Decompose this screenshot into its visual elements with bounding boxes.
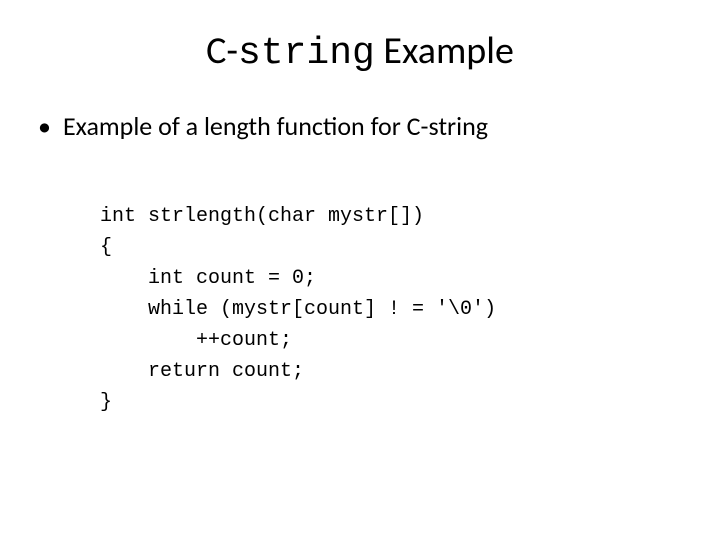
bullet-dot: • — [38, 111, 51, 142]
code-line: while (mystr[count] ! = '\0') — [100, 298, 496, 321]
title-mono: string — [238, 32, 375, 75]
code-block: int strlength(char mystr[]) { int count … — [100, 170, 690, 449]
title-part1: C- — [206, 28, 238, 74]
title-part2: Example — [375, 28, 514, 74]
bullet-item: • Example of a length function for C-str… — [38, 111, 690, 142]
slide: C-string Example • Example of a length f… — [0, 0, 720, 540]
page-title: C-string Example — [30, 28, 690, 75]
code-line: int strlength(char mystr[]) — [100, 205, 424, 228]
code-line: return count; — [100, 360, 304, 383]
code-line: { — [100, 236, 112, 259]
code-line: int count = 0; — [100, 267, 316, 290]
bullet-text: Example of a length function for C-strin… — [63, 111, 488, 142]
code-line: ++count; — [100, 329, 292, 352]
code-line: } — [100, 391, 112, 414]
